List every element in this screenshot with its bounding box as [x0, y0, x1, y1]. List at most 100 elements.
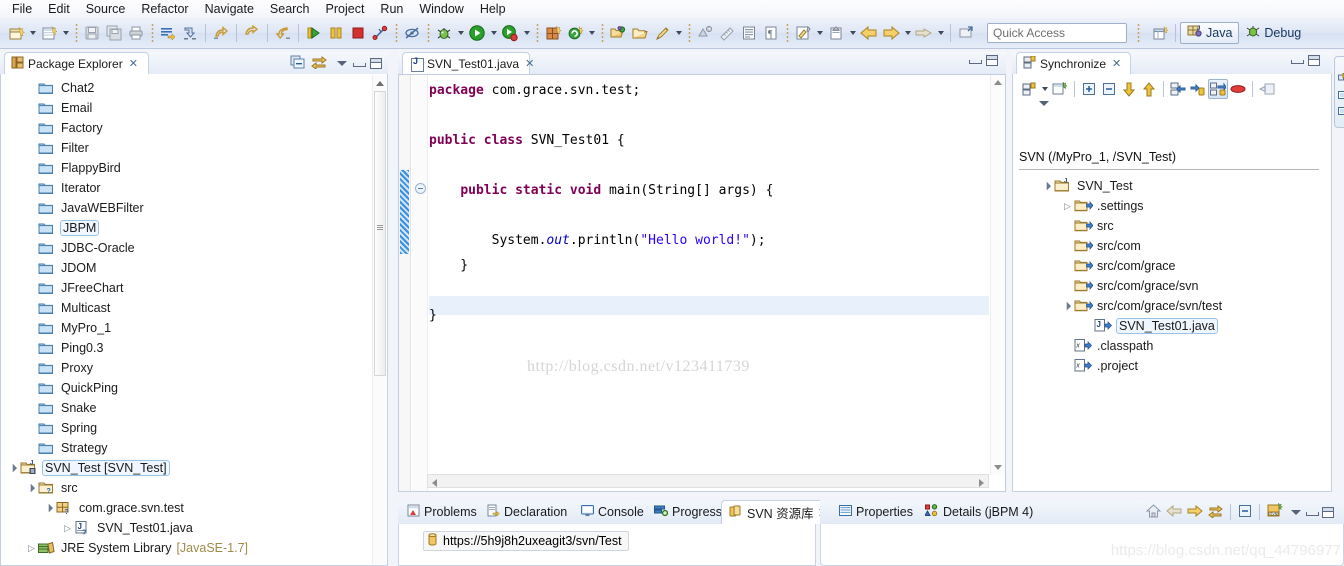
menu-item-source[interactable]: Source	[78, 0, 134, 18]
scrollbar-thumb[interactable]	[374, 91, 386, 376]
synchronize-dropdown-icon[interactable]	[1019, 79, 1039, 99]
ruler-icon[interactable]	[716, 22, 738, 44]
minimize-icon[interactable]	[1291, 56, 1304, 65]
open-type-icon[interactable]	[607, 22, 629, 44]
annotation-icon[interactable]: C	[694, 22, 716, 44]
tree-row[interactable]: JRE System Library [JavaSE-1.7]	[1, 538, 387, 558]
next-change-icon[interactable]	[1188, 79, 1208, 99]
new-item-dropdown-icon[interactable]	[60, 22, 71, 44]
previous-change-icon[interactable]	[1168, 79, 1188, 99]
show-whitespace-icon[interactable]	[738, 22, 760, 44]
back-icon[interactable]	[1166, 504, 1182, 521]
skip-all-breakpoints-icon[interactable]	[179, 22, 201, 44]
both-mode-icon[interactable]	[1208, 79, 1228, 99]
toggle-mark-occurrences-icon[interactable]	[157, 22, 179, 44]
close-icon[interactable]: ✕	[1112, 57, 1121, 70]
scroll-down-arrow[interactable]	[994, 465, 1002, 470]
new-java-project-icon[interactable]	[5, 22, 27, 44]
home-icon[interactable]	[1145, 503, 1162, 521]
debug-icon[interactable]	[433, 22, 455, 44]
repository-url-item[interactable]: https://5h9j8h2uxeagit3/svn/Test	[423, 531, 629, 551]
forward-nav-dropdown-icon[interactable]	[935, 22, 946, 44]
package-explorer-tree[interactable]: Chat2 Email Factory Filter FlappyBird Iterato…	[1, 74, 387, 558]
run-coverage-icon[interactable]	[499, 22, 521, 44]
tab-properties[interactable]: Properties	[832, 500, 920, 524]
back-nav-dropdown-icon[interactable]	[902, 22, 913, 44]
link-with-editor-icon[interactable]	[311, 55, 327, 72]
editor-body[interactable]: package com.grace.svn.test; public class…	[398, 74, 1006, 492]
scrollbar-up-arrow[interactable]	[376, 81, 384, 86]
tree-row[interactable]: Iterator	[1, 178, 387, 198]
tree-row[interactable]: src/com/grace/svn/test	[1013, 296, 1331, 316]
tree-row[interactable]: J SVN_Test [SVN_Test]	[1, 458, 387, 478]
next-annotation-icon[interactable]	[272, 22, 294, 44]
tree-row[interactable]: x .classpath	[1013, 336, 1331, 356]
maximize-icon[interactable]	[986, 55, 998, 66]
run-icon[interactable]	[303, 22, 325, 44]
tree-row[interactable]: src	[1013, 216, 1331, 236]
tree-row[interactable]: QuickPing	[1, 378, 387, 398]
tree-row[interactable]: Multicast	[1, 298, 387, 318]
maximize-icon[interactable]	[370, 58, 382, 69]
collapse-all-icon[interactable]	[1238, 504, 1252, 521]
editor-folding-column[interactable]	[412, 75, 428, 491]
tab-package-explorer[interactable]: Package Explorer ✕	[4, 52, 149, 74]
next-edit-icon[interactable]	[825, 22, 847, 44]
forward-nav-icon[interactable]	[880, 22, 902, 44]
expand-arrow-open-icon[interactable]	[1061, 301, 1074, 311]
expand-arrow-open-icon[interactable]	[1041, 181, 1054, 191]
expand-arrow-open-icon[interactable]	[43, 503, 56, 513]
view-menu-icon[interactable]	[1291, 509, 1301, 515]
run-green-icon[interactable]	[466, 22, 488, 44]
tree-row[interactable]: Ping0.3	[1, 338, 387, 358]
save-all-icon[interactable]	[103, 22, 125, 44]
open-sync-wizard-icon[interactable]	[1050, 79, 1070, 99]
maximize-icon[interactable]	[1322, 506, 1334, 518]
disconnect-icon[interactable]	[369, 22, 391, 44]
expand-arrow-closed-icon[interactable]	[61, 523, 74, 534]
properties-body[interactable]: https://blog.csdn.net/qq_44796977	[820, 524, 1344, 566]
terminate-icon[interactable]	[347, 22, 369, 44]
tree-row[interactable]: MyPro_1	[1, 318, 387, 338]
last-edit-location-icon[interactable]	[792, 22, 814, 44]
search-dropdown-icon[interactable]	[673, 22, 684, 44]
editor-code[interactable]: package com.grace.svn.test; public class…	[429, 75, 989, 475]
package-explorer-scrollbar[interactable]	[372, 75, 386, 564]
conflicts-mode-icon[interactable]	[1228, 79, 1248, 99]
quick-access-input[interactable]: Quick Access	[987, 23, 1127, 43]
minimize-icon[interactable]	[1306, 508, 1319, 517]
tab-console[interactable]: Console	[574, 500, 651, 524]
perspective-debug[interactable]: Debug	[1239, 22, 1307, 44]
tab-svn-repository[interactable]: SVN 资源库 ✕	[721, 500, 837, 524]
new-package-icon[interactable]	[542, 22, 564, 44]
tree-row[interactable]: FlappyBird	[1, 158, 387, 178]
tree-row[interactable]: Filter	[1, 138, 387, 158]
tree-row[interactable]: JFreeChart	[1, 278, 387, 298]
close-icon[interactable]: ✕	[525, 57, 534, 70]
tab-details-jbpm[interactable]: Details (jBPM 4)	[918, 500, 1040, 524]
expand-arrow-closed-icon[interactable]	[25, 543, 38, 554]
forward-nav-icon-2[interactable]	[913, 22, 935, 44]
maximize-icon[interactable]	[1308, 55, 1320, 66]
run-dropdown-icon[interactable]	[488, 22, 499, 44]
tree-row[interactable]: src/com/grace	[1013, 256, 1331, 276]
menu-item-project[interactable]: Project	[318, 0, 373, 18]
sync-dropdown-arrow-icon[interactable]	[1039, 78, 1050, 100]
menu-item-help[interactable]: Help	[472, 0, 514, 18]
collapsed-view-icon-2[interactable]	[1338, 89, 1344, 103]
tree-row[interactable]: x .project	[1013, 356, 1331, 376]
tree-row[interactable]: JDBC-Oracle	[1, 238, 387, 258]
scroll-left-arrow[interactable]	[432, 479, 437, 487]
tab-synchronize[interactable]: Synchronize ✕	[1016, 52, 1131, 74]
refresh-icon[interactable]	[1208, 504, 1223, 521]
tree-row[interactable]: JDOM	[1, 258, 387, 278]
expand-arrow-closed-icon[interactable]	[1061, 201, 1074, 212]
tree-row[interactable]: JavaWEBFilter	[1, 198, 387, 218]
close-icon[interactable]: ✕	[129, 57, 138, 70]
perspective-java[interactable]: J Java	[1180, 22, 1240, 44]
save-icon[interactable]	[81, 22, 103, 44]
menu-item-search[interactable]: Search	[262, 0, 318, 18]
sync-view-menu-icon[interactable]	[1039, 101, 1049, 106]
svn-repository-body[interactable]: https://5h9j8h2uxeagit3/svn/Test	[398, 524, 816, 566]
tree-row[interactable]: Strategy	[1, 438, 387, 458]
